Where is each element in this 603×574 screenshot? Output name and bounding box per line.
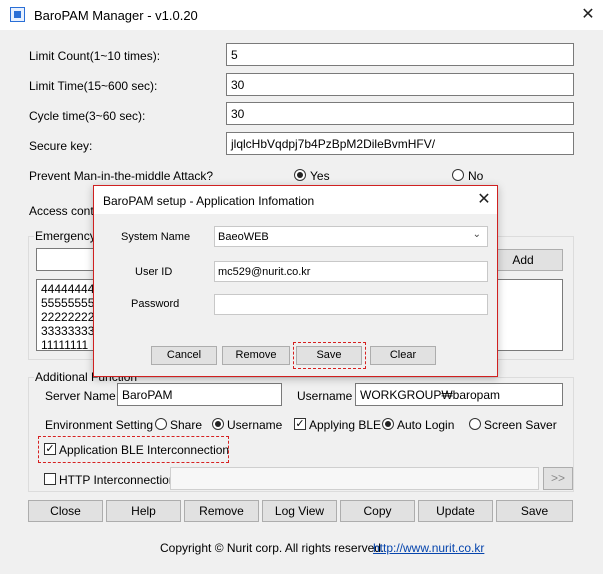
- env-share-label: Share: [170, 418, 203, 432]
- copy-button[interactable]: Copy: [340, 500, 415, 522]
- applying-ble-checkbox[interactable]: ✓: [294, 418, 306, 430]
- system-name-value: BaeoWEB: [218, 231, 269, 243]
- applying-ble-label: Applying BLE: [309, 418, 382, 432]
- list-item[interactable]: 55555555: [41, 296, 94, 310]
- environment-setting-label: Environment Setting: [45, 418, 154, 432]
- close-icon[interactable]: ✕: [578, 5, 598, 25]
- title-bar: BaroPAM Manager - v1.0.20 ✕: [0, 0, 603, 30]
- mitm-yes-label: Yes: [310, 169, 330, 183]
- password-label: Password: [131, 298, 180, 310]
- screen-saver-radio[interactable]: [469, 418, 481, 430]
- dialog-remove-button[interactable]: Remove: [222, 346, 290, 365]
- application-info-dialog: BaroPAM setup - Application Infomation ✕…: [93, 185, 498, 377]
- username-input[interactable]: WORKGROUP₩baropam: [355, 383, 563, 406]
- auto-login-label: Auto Login: [397, 418, 455, 432]
- help-button[interactable]: Help: [106, 500, 181, 522]
- server-name-label: Server Name: [45, 389, 116, 403]
- http-url-input[interactable]: [170, 467, 539, 490]
- list-item[interactable]: 11111111: [41, 338, 91, 350]
- secure-key-input[interactable]: jlqlcHbVqdpj7b4PzBpM2DileBvmHFV/: [226, 132, 574, 155]
- dialog-save-button[interactable]: Save: [296, 346, 362, 365]
- mitm-no-label: No: [468, 169, 484, 183]
- http-expand-button[interactable]: >>: [543, 467, 573, 490]
- user-id-input[interactable]: mc529@nurit.co.kr: [214, 261, 488, 282]
- list-item[interactable]: 22222222: [41, 310, 94, 324]
- user-id-label: User ID: [135, 266, 173, 278]
- limit-count-input[interactable]: 5: [226, 43, 574, 66]
- chevron-down-icon: ⌄: [472, 229, 481, 240]
- env-username-radio[interactable]: [212, 418, 224, 430]
- cycle-time-label: Cycle time(3~60 sec):: [29, 109, 146, 123]
- dialog-title-bar: BaroPAM setup - Application Infomation ✕: [94, 186, 497, 214]
- list-item[interactable]: 33333333: [41, 324, 94, 338]
- app-ble-checkbox[interactable]: ✓: [44, 443, 56, 455]
- secure-key-label: Secure key:: [29, 139, 93, 153]
- copyright-text: Copyright © Nurit corp. All rights reser…: [160, 541, 385, 555]
- limit-time-input[interactable]: 30: [226, 73, 574, 96]
- access-control-label: Access contr: [29, 204, 98, 218]
- mitm-label: Prevent Man-in-the-middle Attack?: [29, 169, 214, 183]
- window-title: BaroPAM Manager - v1.0.20: [34, 8, 198, 23]
- app-ble-label: Application BLE Interconnection: [59, 443, 230, 457]
- username-label: Username: [297, 389, 353, 403]
- limit-count-label: Limit Count(1~10 times):: [29, 49, 161, 63]
- save-button[interactable]: Save: [496, 500, 573, 522]
- cycle-time-input[interactable]: 30: [226, 102, 574, 125]
- close-button[interactable]: Close: [28, 500, 103, 522]
- website-link[interactable]: http://www.nurit.co.kr: [373, 541, 484, 555]
- server-name-input[interactable]: BaroPAM: [117, 383, 282, 406]
- emergency-legend: Emergency: [34, 229, 97, 243]
- http-label: HTTP Interconnection: [59, 473, 176, 487]
- dialog-clear-button[interactable]: Clear: [370, 346, 436, 365]
- dialog-cancel-button[interactable]: Cancel: [151, 346, 217, 365]
- list-item[interactable]: 44444444: [41, 282, 94, 296]
- mitm-no-radio[interactable]: [452, 169, 464, 181]
- auto-login-radio[interactable]: [382, 418, 394, 430]
- env-username-label: Username: [227, 418, 283, 432]
- update-button[interactable]: Update: [418, 500, 493, 522]
- dialog-title: BaroPAM setup - Application Infomation: [103, 194, 315, 208]
- password-input[interactable]: [214, 294, 488, 315]
- app-icon: [10, 7, 25, 22]
- http-checkbox[interactable]: [44, 473, 56, 485]
- system-name-select[interactable]: BaeoWEB ⌄: [214, 226, 488, 247]
- log-view-button[interactable]: Log View: [262, 500, 337, 522]
- remove-button[interactable]: Remove: [184, 500, 259, 522]
- screen-saver-label: Screen Saver: [484, 418, 557, 432]
- emergency-input[interactable]: [36, 248, 96, 271]
- system-name-label: System Name: [121, 231, 191, 243]
- dialog-close-icon[interactable]: ✕: [474, 190, 494, 210]
- env-share-radio[interactable]: [155, 418, 167, 430]
- emergency-list[interactable]: 44444444 55555555 22222222 33333333 11111111: [36, 279, 96, 351]
- mitm-yes-radio[interactable]: [294, 169, 306, 181]
- limit-time-label: Limit Time(15~600 sec):: [29, 79, 158, 93]
